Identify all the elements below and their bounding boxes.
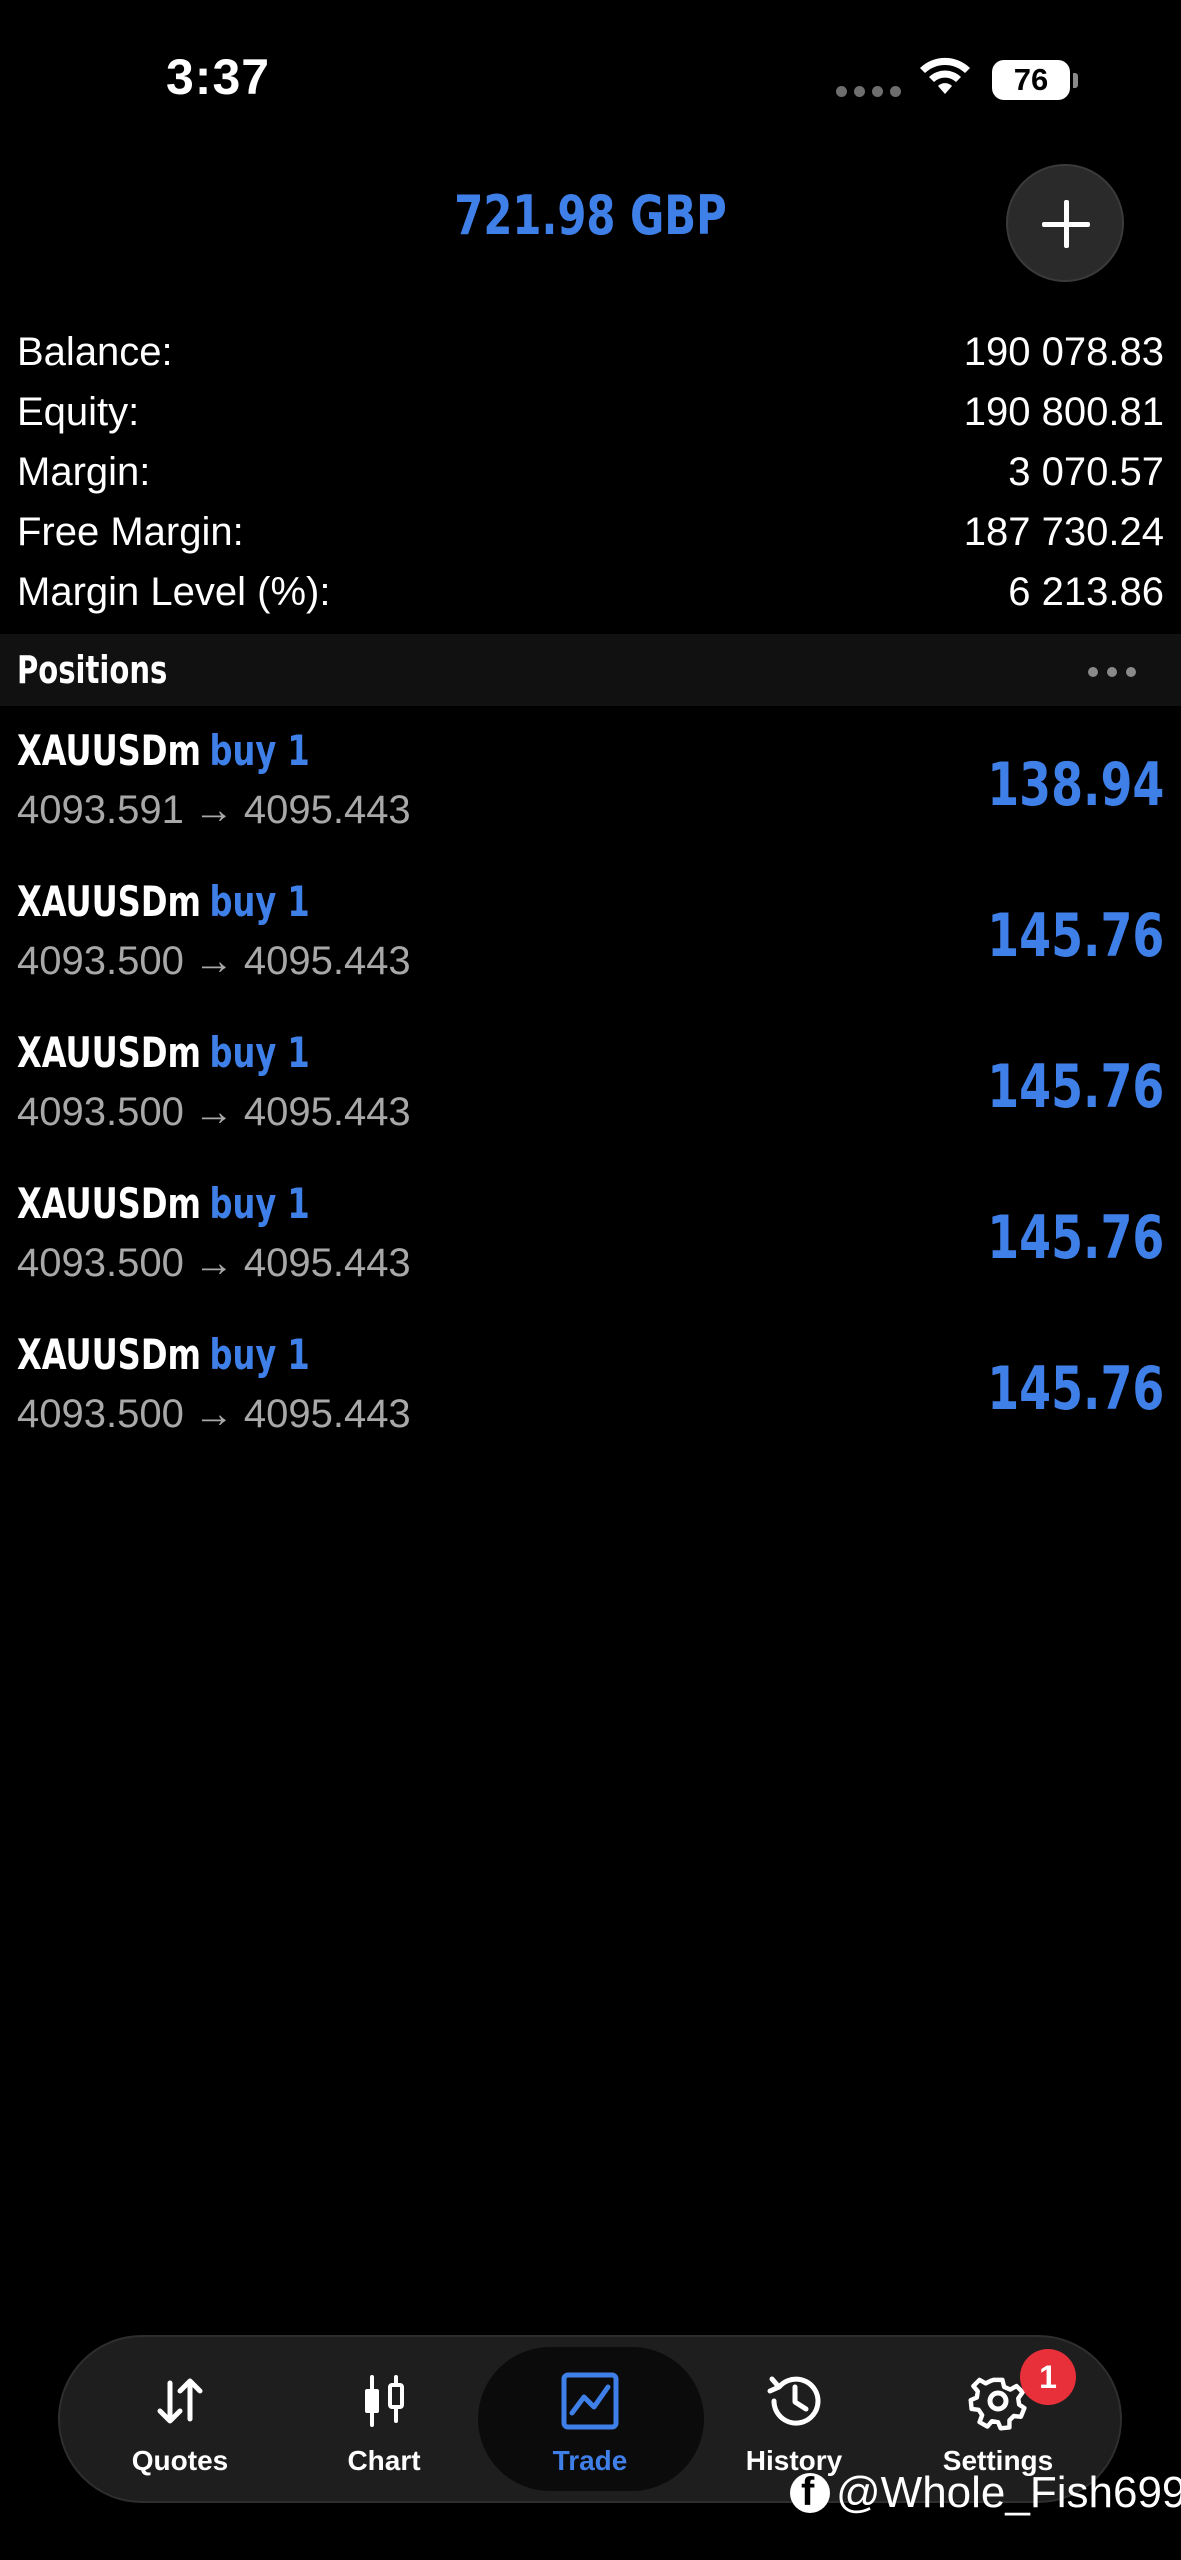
margin-label: Margin: [17,449,151,494]
battery-icon: 76 [992,60,1078,100]
status-time: 3:37 [166,49,271,105]
position-symbol: XAUUSDm [17,1330,201,1379]
position-type: buy 1 [209,1028,310,1077]
arrow-right-icon: → [193,788,234,832]
position-type: buy 1 [209,1330,310,1379]
candlestick-icon [365,2375,404,2427]
free-margin-row: Free Margin: 187 730.24 [17,502,1164,562]
facebook-icon [790,2470,830,2515]
battery-level: 76 [992,60,1070,100]
more-options-icon[interactable] [1088,667,1136,677]
position-row[interactable]: XAUUSDm buy 1 4093.500 → 4095.443 145.76 [0,1024,1181,1175]
position-symbol: XAUUSDm [17,1028,201,1077]
trade-chart-icon [561,2372,619,2430]
tab-chart-label: Chart [347,2445,421,2476]
position-row[interactable]: XAUUSDm buy 1 4093.500 → 4095.443 145.76 [0,1175,1181,1326]
position-profit: 145.76 [986,1203,1164,1273]
balance-row: Balance: 190 078.83 [17,322,1164,382]
total-profit: 721.98 GBP [454,184,727,247]
tab-trade-label: Trade [552,2445,628,2476]
positions-title: Positions [17,648,168,692]
trade-screen: 3:37 76 721.98 GBP Balance: 190 078.83 E… [0,0,1181,2560]
arrow-right-icon: → [193,1090,234,1134]
margin-level-value: 6 213.86 [1008,569,1164,614]
open-price: 4093.591 [17,788,184,832]
position-profit: 145.76 [986,1052,1164,1122]
new-order-button[interactable] [1006,164,1124,282]
margin-row: Margin: 3 070.57 [17,442,1164,502]
position-type: buy 1 [209,726,310,775]
balance-value: 190 078.83 [963,329,1164,374]
equity-label: Equity: [17,389,140,434]
arrow-right-icon: → [193,939,234,983]
position-symbol: XAUUSDm [17,877,201,926]
free-margin-label: Free Margin: [17,509,244,554]
current-price: 4095.443 [243,788,411,832]
arrows-up-down-icon [157,2378,203,2424]
tab-quotes[interactable]: Quotes [80,2337,280,2501]
equity-value: 190 800.81 [963,389,1164,434]
tab-chart[interactable]: Chart [284,2337,484,2501]
position-row[interactable]: XAUUSDm buy 1 4093.500 → 4095.443 145.76 [0,873,1181,1024]
open-price: 4093.500 [17,1090,184,1134]
margin-level-row: Margin Level (%): 6 213.86 [17,562,1164,622]
position-row[interactable]: XAUUSDm buy 1 4093.591 → 4095.443 138.94 [0,722,1181,873]
open-price: 4093.500 [17,1392,184,1436]
positions-section-header: Positions [0,634,1181,706]
margin-level-label: Margin Level (%): [17,569,331,614]
arrow-right-icon: → [193,1241,234,1285]
open-price: 4093.500 [17,1241,184,1285]
position-profit: 145.76 [986,901,1164,971]
history-clock-icon [767,2376,821,2426]
position-symbol: XAUUSDm [17,1179,201,1228]
arrow-right-icon: → [193,1392,234,1436]
watermark-text: @Whole_Fish699 [836,2468,1181,2517]
position-symbol: XAUUSDm [17,726,201,775]
balance-label: Balance: [17,329,173,374]
positions-list: XAUUSDm buy 1 4093.591 → 4095.443 138.94 XA… [0,722,1181,1477]
position-type: buy 1 [209,1179,310,1228]
account-summary: Balance: 190 078.83 Equity: 190 800.81 M… [17,322,1164,622]
status-bar: 3:37 76 [0,0,1181,150]
cellular-signal-icon [836,86,901,97]
position-row[interactable]: XAUUSDm buy 1 4093.500 → 4095.443 145.76 [0,1326,1181,1477]
free-margin-value: 187 730.24 [963,509,1164,554]
tab-trade[interactable]: Trade [490,2337,690,2501]
equity-row: Equity: 190 800.81 [17,382,1164,442]
current-price: 4095.443 [243,1241,411,1285]
settings-notification-badge: 1 [1020,2349,1076,2405]
current-price: 4095.443 [243,939,411,983]
position-profit: 138.94 [986,750,1164,820]
wifi-icon [920,57,970,94]
watermark: @Whole_Fish699 [790,2468,1181,2518]
position-profit: 145.76 [986,1354,1164,1424]
open-price: 4093.500 [17,939,184,983]
current-price: 4095.443 [243,1392,411,1436]
margin-value: 3 070.57 [1008,449,1164,494]
position-type: buy 1 [209,877,310,926]
tab-quotes-label: Quotes [131,2445,229,2476]
current-price: 4095.443 [243,1090,411,1134]
